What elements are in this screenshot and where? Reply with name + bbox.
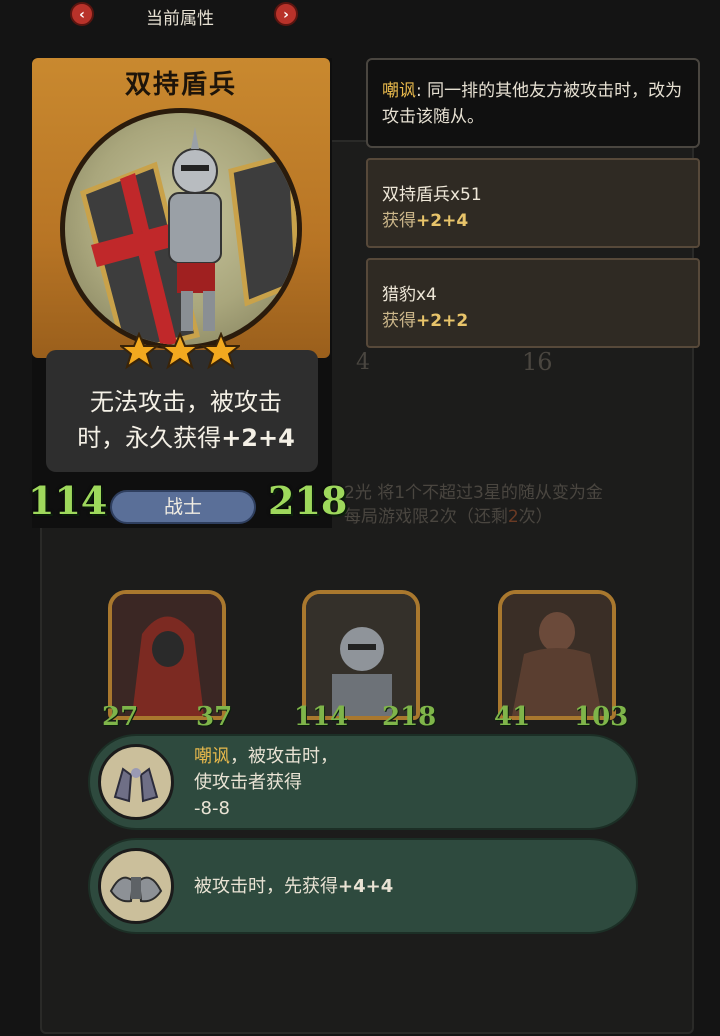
minion-attack: 41: [494, 702, 531, 732]
unit-name: 双持盾兵: [124, 70, 237, 100]
minion-card-knight[interactable]: [302, 590, 420, 720]
unit-card: 双持盾兵 无法攻击，被攻击 时，永久获得+2+4 114 战士 218: [28, 58, 347, 528]
golden-hint-line1: 2光 将1个不超过3星的随从变为金: [344, 483, 603, 503]
star-rating: [120, 332, 240, 370]
unit-attack: 114: [28, 478, 108, 523]
star-icon: [120, 332, 240, 370]
background-stat-left: 4: [356, 350, 370, 375]
stat-source-item: 猎豹x4 获得+2+2: [366, 258, 700, 348]
page-title: 当前属性: [146, 9, 214, 29]
background-stat-right: 16: [522, 348, 553, 376]
golden-hint-line2: 每局游戏限2次（还剩2次）: [344, 507, 553, 527]
keyword-tooltip: 嘲讽: 同一排的其他友方被攻击时，改为攻击该随从。: [366, 58, 700, 148]
minion-attack: 114: [294, 702, 349, 732]
unit-health: 218: [268, 478, 348, 523]
ability-taunt-reflect: 嘲讽，被攻击时， 使攻击者获得 -8-8: [88, 734, 638, 830]
source-name: 猎豹x4: [382, 285, 437, 305]
knight-portrait: [60, 108, 302, 350]
minion-card-brute[interactable]: [498, 590, 616, 720]
card-description: 无法攻击，被攻击 时，永久获得+2+4: [77, 388, 295, 452]
ability-gain-on-hit: 被攻击时，先获得+4+4: [88, 838, 638, 934]
source-name: 双持盾兵x51: [382, 185, 482, 205]
minion-health: 37: [196, 702, 233, 732]
minion-card-hooded[interactable]: [108, 590, 226, 720]
tooltip-keyword: 嘲讽: [382, 81, 416, 101]
pauldron-icon: [98, 848, 174, 924]
source-gain: +2+4: [416, 211, 469, 231]
minion-attack: 27: [102, 702, 139, 732]
source-gain: +2+2: [416, 311, 469, 331]
knight-portrait-small: [306, 594, 416, 716]
class-badge: 战士: [110, 490, 256, 524]
next-button[interactable]: ›: [274, 2, 298, 26]
chevron-left-icon: ‹: [79, 7, 85, 23]
chevron-right-icon: ›: [283, 7, 289, 23]
brute-portrait: [502, 594, 612, 716]
minion-health: 218: [382, 702, 437, 732]
prev-button[interactable]: ‹: [70, 2, 94, 26]
hooded-assassin-portrait: [112, 594, 222, 716]
minion-health: 103: [574, 702, 629, 732]
ability-keyword: 嘲讽: [194, 746, 230, 767]
tooltip-text: : 同一排的其他友方被攻击时，改为攻击该随从。: [382, 81, 683, 127]
card-frame: 双持盾兵: [32, 58, 330, 358]
gauntlet-icon: [98, 744, 174, 820]
stat-source-item: 双持盾兵x51 获得+2+4: [366, 158, 700, 248]
